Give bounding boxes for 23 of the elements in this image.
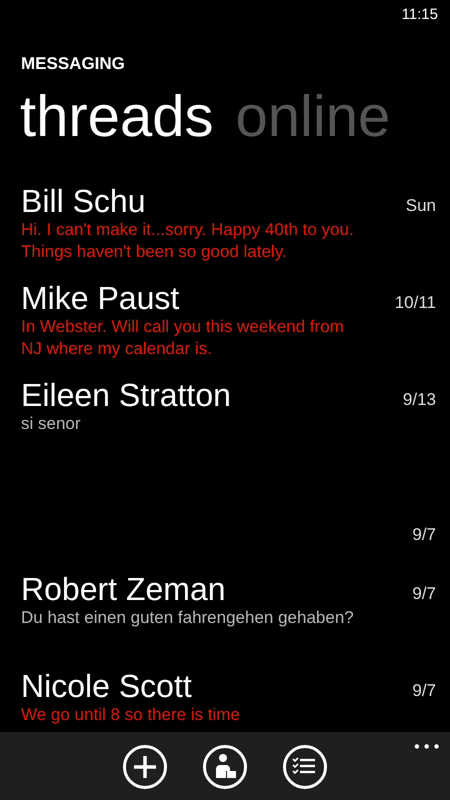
thread-date: 9/7 bbox=[412, 584, 436, 604]
message-preview: Du hast einen guten fahrengehen gehaben? bbox=[21, 607, 355, 629]
person-icon[interactable] bbox=[202, 744, 248, 790]
app-title: MESSAGING bbox=[21, 54, 126, 75]
thread-date: Sun bbox=[406, 196, 436, 216]
checklist-icon[interactable] bbox=[282, 744, 328, 790]
message-preview: si senor bbox=[21, 413, 82, 435]
thread-date: 10/11 bbox=[394, 293, 436, 313]
clock-time: 11:15 bbox=[402, 6, 438, 25]
new-message-icon[interactable] bbox=[122, 744, 168, 790]
contact-name[interactable]: Mike Paust bbox=[21, 281, 361, 316]
thread-date: 9/13 bbox=[402, 390, 436, 410]
more-button[interactable]: ••• bbox=[412, 738, 442, 756]
message-preview: We go until 8 so there is time bbox=[21, 704, 241, 726]
pivot-tab[interactable]: threads bbox=[20, 82, 214, 152]
thread-date: 9/7 bbox=[412, 681, 436, 701]
message-preview: In Webster. Will call you this weekend from NJ where my calendar is. bbox=[21, 316, 345, 360]
message-preview: Hi. I can't make it...sorry. Happy 40th to you. Things haven't been so good lately. bbox=[21, 219, 355, 263]
contact-name[interactable]: Eileen Stratton bbox=[21, 378, 361, 413]
contact-name[interactable]: Bill Schu bbox=[21, 184, 361, 219]
contact-name[interactable]: Nicole Scott bbox=[21, 669, 361, 704]
thread-date: 9/7 bbox=[412, 525, 436, 545]
contact-name[interactable]: Robert Zeman bbox=[21, 572, 361, 607]
